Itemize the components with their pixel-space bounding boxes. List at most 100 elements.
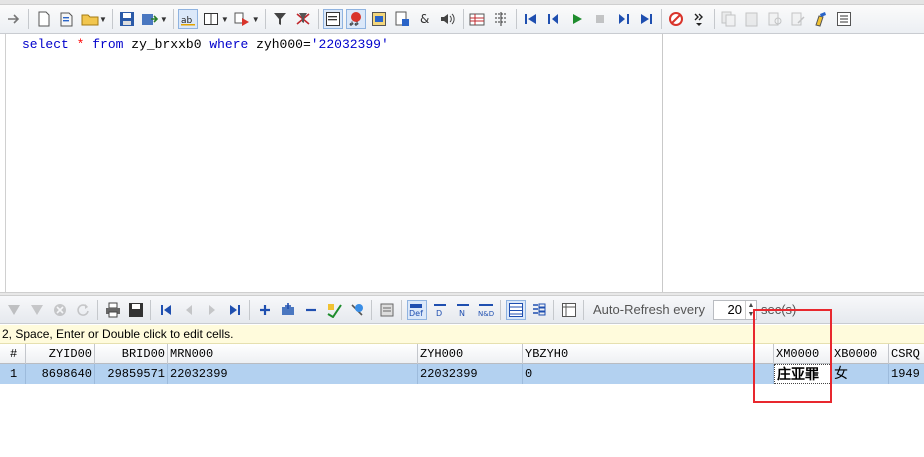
sql-line: select * from zy_brxxb0 where zyh000='22… (22, 37, 389, 52)
col-header-brid00[interactable]: BRID00 (95, 344, 168, 364)
refresh-interval-spinner[interactable]: 20 ▲ ▼ (713, 299, 757, 320)
result-grid[interactable]: # ZYID00 BRID00 MRN000 ZYH000 YBZYH0 XM0… (0, 344, 924, 457)
stop-icon[interactable] (590, 9, 610, 29)
next-record-icon[interactable] (202, 300, 222, 320)
speaker-icon[interactable] (438, 9, 458, 29)
grid-view-icon[interactable] (505, 299, 526, 320)
no-entry-icon[interactable] (666, 9, 686, 29)
stop-record-icon[interactable]: ## (346, 9, 367, 29)
toolbar-separator (515, 9, 517, 29)
col-header-csrq[interactable]: CSRQ (889, 344, 924, 364)
next-icon[interactable] (613, 9, 633, 29)
cancel-edit-icon[interactable] (347, 300, 367, 320)
last-icon[interactable] (636, 9, 656, 29)
col-header-mrn000[interactable]: MRN000 (168, 344, 418, 364)
def-mode-icon[interactable]: Def (406, 299, 427, 320)
d-mode-icon[interactable]: D (430, 300, 450, 320)
first-icon[interactable] (521, 9, 541, 29)
cell-csrq[interactable]: 1949 (889, 364, 924, 384)
delete-record-icon[interactable] (301, 300, 321, 320)
format-icon[interactable] (369, 9, 389, 29)
svg-text:Def: Def (409, 309, 423, 318)
filter-down-icon[interactable] (4, 300, 24, 320)
paste-icon[interactable] (742, 9, 762, 29)
duplicate-record-icon[interactable] (278, 300, 298, 320)
list-icon[interactable] (834, 9, 854, 29)
run-script-icon[interactable] (232, 9, 252, 29)
more-icon[interactable] (689, 9, 709, 29)
col-header-xb0000[interactable]: XB0000 (832, 344, 889, 364)
find-icon[interactable] (765, 9, 785, 29)
layout-icon[interactable] (201, 9, 221, 29)
abc-active-icon[interactable]: ab (178, 9, 199, 29)
sql-editor[interactable]: select * from zy_brxxb0 where zyh000='22… (0, 34, 663, 292)
n-mode-icon[interactable]: N (453, 300, 473, 320)
add-record-icon[interactable] (255, 300, 275, 320)
spinner-arrows[interactable]: ▲ ▼ (745, 300, 756, 319)
edit-hint: 2, Space, Enter or Double click to edit … (0, 325, 924, 344)
sql-table: zy_brxxb0 (131, 37, 202, 52)
cell-ybzyh0[interactable]: 0 (523, 364, 774, 384)
col-header-zyid00[interactable]: ZYID00 (26, 344, 95, 364)
toolbar-separator (249, 299, 250, 320)
chevron-down-icon[interactable]: ▼ (221, 15, 229, 24)
table-row[interactable]: 1 8698640 29859571 22032399 22032399 0 庄… (0, 364, 924, 384)
sql-keyword: where (209, 37, 249, 52)
spin-down-icon[interactable]: ▼ (746, 310, 756, 319)
row-number[interactable]: 1 (0, 364, 26, 384)
table-icon[interactable] (468, 9, 488, 29)
filter-icon[interactable] (270, 9, 290, 29)
form-view-icon[interactable] (529, 300, 549, 320)
save-icon[interactable] (126, 300, 146, 320)
toolbar-separator (553, 299, 554, 320)
nd-mode-icon[interactable]: N&D (476, 300, 496, 320)
toolbar-separator (583, 299, 584, 320)
editor-gutter (5, 34, 6, 292)
open-script-icon[interactable] (57, 9, 77, 29)
replace-icon[interactable] (788, 9, 808, 29)
chevron-down-icon[interactable]: ▼ (160, 15, 168, 24)
cell-mrn000[interactable]: 22032399 (168, 364, 418, 384)
funnel-cross-icon[interactable] (293, 9, 313, 29)
save-as-icon[interactable] (140, 9, 160, 29)
explain-icon[interactable] (392, 9, 412, 29)
last-record-icon[interactable] (225, 300, 245, 320)
cell-brid00[interactable]: 29859571 (95, 364, 168, 384)
toolbar-separator (172, 9, 174, 29)
save-icon[interactable] (117, 9, 137, 29)
col-header-num[interactable]: # (0, 344, 26, 364)
new-doc-icon[interactable] (34, 9, 54, 29)
copy-icon[interactable] (719, 9, 739, 29)
ampersand-icon[interactable]: & (415, 9, 435, 29)
chevron-down-icon[interactable]: ▼ (252, 15, 260, 24)
play-icon[interactable] (567, 9, 587, 29)
col-header-xm0000[interactable]: XM0000 (774, 344, 832, 364)
first-record-icon[interactable] (156, 300, 176, 320)
prev-record-icon[interactable] (179, 300, 199, 320)
sql-column: zyh000= (256, 37, 311, 52)
cell-xm0000[interactable]: 庄亚罪 (774, 364, 832, 384)
refresh-interval-value[interactable]: 20 (714, 302, 745, 317)
col-header-zyh000[interactable]: ZYH000 (418, 344, 523, 364)
refresh-icon[interactable] (73, 300, 93, 320)
col-header-ybzyh0[interactable]: YBZYH0 (523, 344, 774, 364)
print-icon[interactable] (103, 300, 123, 320)
single-record-icon[interactable] (377, 300, 397, 320)
arrow-right-icon[interactable] (4, 9, 24, 29)
post-edit-icon[interactable] (324, 300, 344, 320)
chevron-down-icon[interactable]: ▼ (99, 15, 107, 24)
grid-select-icon[interactable] (323, 9, 344, 29)
freeze-icon[interactable] (559, 300, 579, 320)
filter-down-icon[interactable] (27, 300, 47, 320)
cell-xb0000[interactable]: 女 (832, 364, 889, 384)
spin-up-icon[interactable]: ▲ (746, 301, 756, 310)
sort-icon[interactable] (491, 9, 511, 29)
open-folder-icon[interactable] (80, 9, 100, 29)
grid-toolbar: Def D N N&D Auto-Refresh every 20 ▲ ▼ sec… (0, 296, 924, 324)
cell-zyh000[interactable]: 22032399 (418, 364, 523, 384)
cancel-icon[interactable] (50, 300, 70, 320)
prev-icon[interactable] (544, 9, 564, 29)
svg-text:D: D (436, 309, 442, 318)
cell-zyid00[interactable]: 8698640 (26, 364, 95, 384)
highlight-icon[interactable] (811, 9, 831, 29)
